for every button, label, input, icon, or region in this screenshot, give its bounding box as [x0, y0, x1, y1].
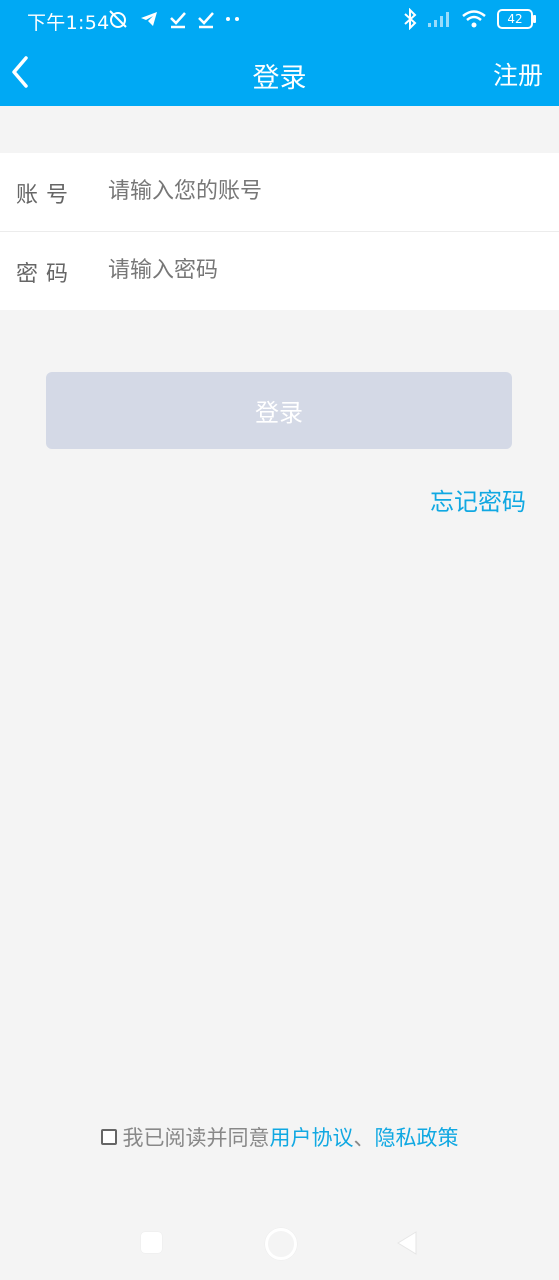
- status-time: 下午1:54: [27, 12, 110, 34]
- account-row: 账号: [0, 153, 559, 232]
- app-header: 下午1:54 42 登录 注册: [0, 0, 559, 106]
- user-agreement-link[interactable]: 用户协议: [270, 1122, 354, 1152]
- login-form: 账号 密码: [0, 153, 559, 310]
- download-done-icon: [169, 6, 187, 32]
- account-label: 账号: [16, 183, 77, 208]
- agreement-row: 我已阅读并同意 用户协议 、 隐私政策: [0, 1122, 559, 1152]
- forgot-password-link[interactable]: 忘记密码: [430, 482, 526, 517]
- signal-icon: [427, 6, 451, 32]
- privacy-policy-link[interactable]: 隐私政策: [375, 1122, 459, 1152]
- login-button[interactable]: 登录: [46, 372, 512, 449]
- register-button[interactable]: 注册: [493, 56, 543, 92]
- status-system-icons: 42: [403, 6, 536, 32]
- wifi-icon: [461, 6, 487, 32]
- download-done-icon: [197, 6, 215, 32]
- page-title: 登录: [252, 63, 307, 94]
- battery-icon: 42: [497, 9, 536, 29]
- more-notifications-icon: [225, 6, 241, 32]
- navigation-bar: 登录 注册: [0, 40, 559, 106]
- agreement-separator: 、: [353, 1126, 375, 1150]
- agreement-checkbox[interactable]: [100, 1129, 117, 1145]
- status-bar: 下午1:54 42: [0, 0, 559, 40]
- recent-apps-button[interactable]: [141, 1232, 162, 1253]
- telegram-icon: [139, 6, 159, 32]
- alarm-off-icon: [107, 6, 129, 32]
- home-button[interactable]: [265, 1228, 297, 1260]
- password-label: 密码: [16, 262, 77, 287]
- system-back-button[interactable]: [396, 1230, 418, 1260]
- password-input[interactable]: [108, 248, 528, 292]
- status-notification-icons: [107, 6, 241, 32]
- bluetooth-icon: [403, 6, 417, 32]
- account-input[interactable]: [108, 169, 528, 213]
- system-navigation-bar: [0, 1214, 559, 1280]
- password-row: 密码: [0, 232, 559, 310]
- agreement-text: 我已阅读并同意: [122, 1126, 270, 1150]
